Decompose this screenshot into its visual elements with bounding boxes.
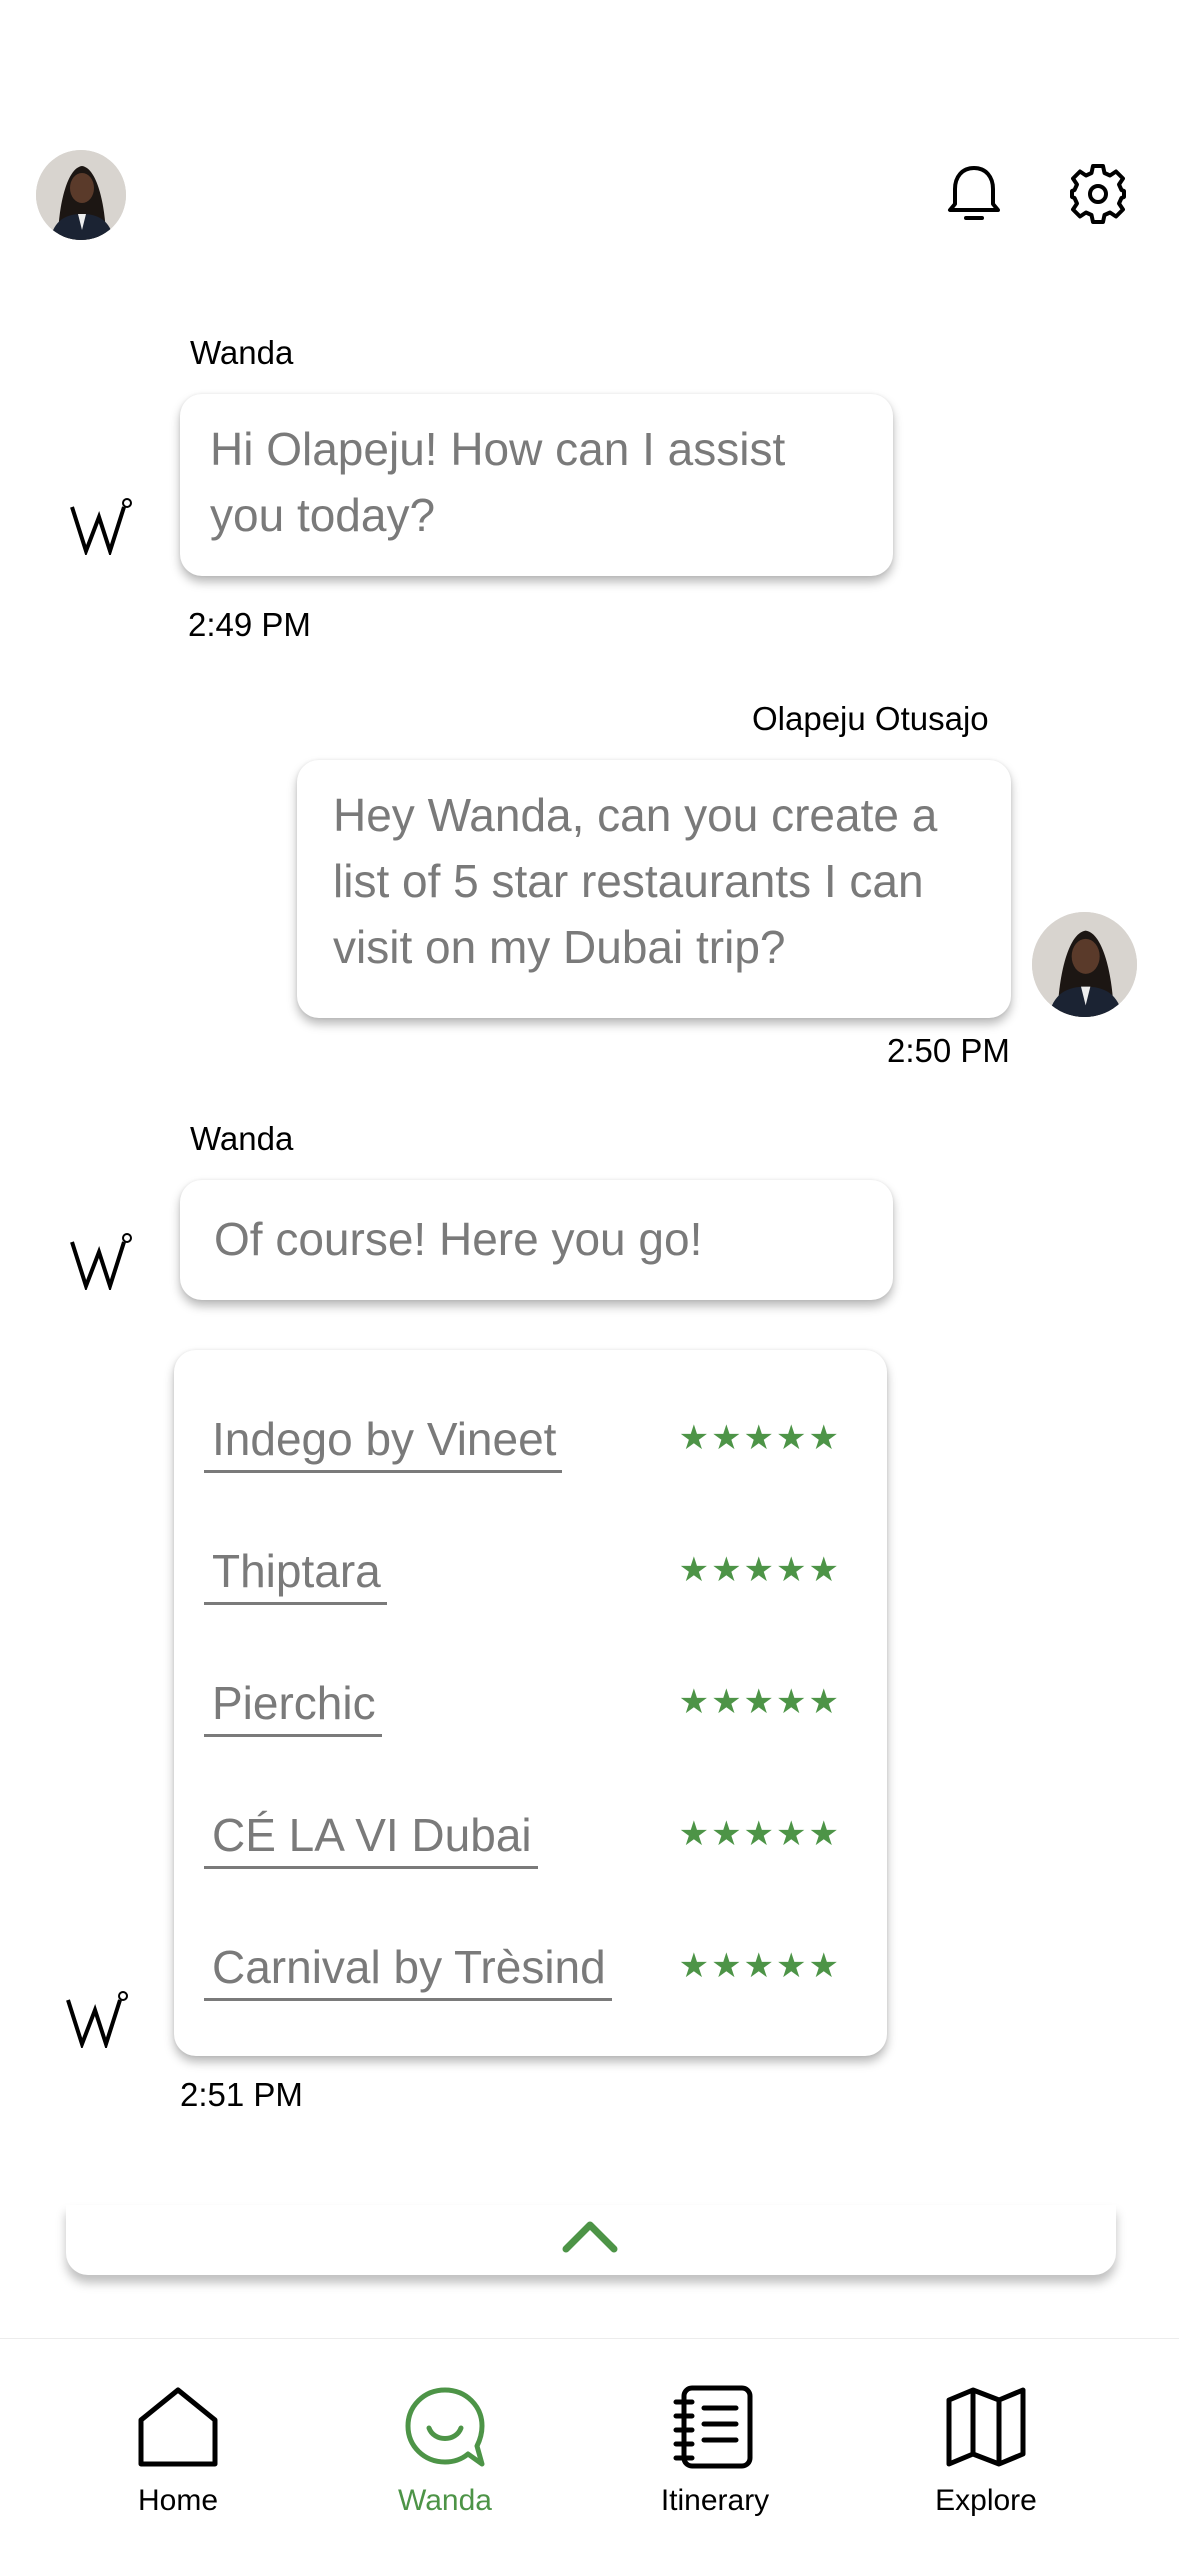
nav-label: Explore xyxy=(935,2484,1037,2517)
restaurant-link[interactable]: CÉ LA VI Dubai xyxy=(204,1806,538,1869)
nav-home[interactable]: Home xyxy=(78,2339,278,2557)
wanda-logo-icon xyxy=(70,1233,132,1290)
message-sender: Wanda xyxy=(190,334,294,371)
map-icon xyxy=(946,2387,1026,2467)
message-sender: Olapeju Otusajo xyxy=(752,700,989,737)
home-icon xyxy=(138,2387,218,2467)
notebook-icon xyxy=(673,2385,753,2469)
user-avatar xyxy=(1032,912,1137,1017)
five-star-rating: ★ ★ ★ ★ ★ xyxy=(678,1815,839,1853)
gear-icon[interactable] xyxy=(1066,162,1130,226)
message-timestamp: 2:51 PM xyxy=(180,2076,303,2113)
wanda-logo-icon xyxy=(66,1991,128,2048)
restaurant-link[interactable]: Pierchic xyxy=(204,1674,382,1737)
restaurant-link[interactable]: Indego by Vineet xyxy=(204,1410,563,1473)
wanda-message-bubble: Hi Olapeju! How can I assist you today? xyxy=(180,394,893,576)
wanda-logo-icon xyxy=(70,498,132,555)
message-sender: Wanda xyxy=(190,1120,294,1157)
user-avatar[interactable] xyxy=(36,150,126,240)
nav-label: Home xyxy=(137,2484,219,2517)
avatar-portrait xyxy=(1032,912,1137,1017)
restaurant-link[interactable]: Thiptara xyxy=(204,1542,387,1605)
avatar-portrait xyxy=(36,150,126,240)
wanda-message-bubble: Of course! Here you go! xyxy=(180,1180,893,1300)
restaurant-list-card: Indego by Vineet ★ ★ ★ ★ ★ Thiptara ★ ★ ★ ★ ★ Pi… xyxy=(174,1350,887,2056)
expand-input-bar[interactable] xyxy=(66,2205,1116,2275)
nav-itinerary[interactable]: Itinerary xyxy=(615,2339,815,2557)
restaurant-item[interactable]: CÉ LA VI Dubai ★ ★ ★ ★ ★ xyxy=(174,1806,887,1876)
nav-wanda[interactable]: Wanda xyxy=(345,2339,545,2557)
chevron-up-icon[interactable] xyxy=(562,2219,618,2253)
nav-explore[interactable]: Explore xyxy=(886,2339,1086,2557)
five-star-rating: ★ ★ ★ ★ ★ xyxy=(678,1683,839,1721)
bottom-navigation: Home Wanda Itinerary Explore xyxy=(0,2338,1179,2557)
chat-bubble-icon xyxy=(405,2387,485,2467)
five-star-rating: ★ ★ ★ ★ ★ xyxy=(678,1551,839,1589)
restaurant-item[interactable]: Pierchic ★ ★ ★ ★ ★ xyxy=(174,1674,887,1744)
nav-label: Wanda xyxy=(398,2484,492,2517)
nav-label: Itinerary xyxy=(660,2484,770,2517)
user-message-bubble: Hey Wanda, can you create a list of 5 st… xyxy=(297,760,1011,1018)
restaurant-item[interactable]: Carnival by Trèsind ★ ★ ★ ★ ★ xyxy=(174,1938,887,2008)
restaurant-link[interactable]: Carnival by Trèsind xyxy=(204,1938,612,2001)
message-text: Hi Olapeju! How can I assist you today? xyxy=(210,423,786,541)
message-text: Hey Wanda, can you create a list of 5 st… xyxy=(333,789,938,973)
restaurant-item[interactable]: Thiptara ★ ★ ★ ★ ★ xyxy=(174,1542,887,1612)
message-timestamp: 2:50 PM xyxy=(887,1032,1010,1069)
five-star-rating: ★ ★ ★ ★ ★ xyxy=(678,1947,839,1985)
message-timestamp: 2:49 PM xyxy=(188,606,311,643)
message-text: Of course! Here you go! xyxy=(214,1213,703,1265)
restaurant-item[interactable]: Indego by Vineet ★ ★ ★ ★ ★ xyxy=(174,1410,887,1480)
five-star-rating: ★ ★ ★ ★ ★ xyxy=(678,1419,839,1457)
bell-icon[interactable] xyxy=(942,162,1006,226)
